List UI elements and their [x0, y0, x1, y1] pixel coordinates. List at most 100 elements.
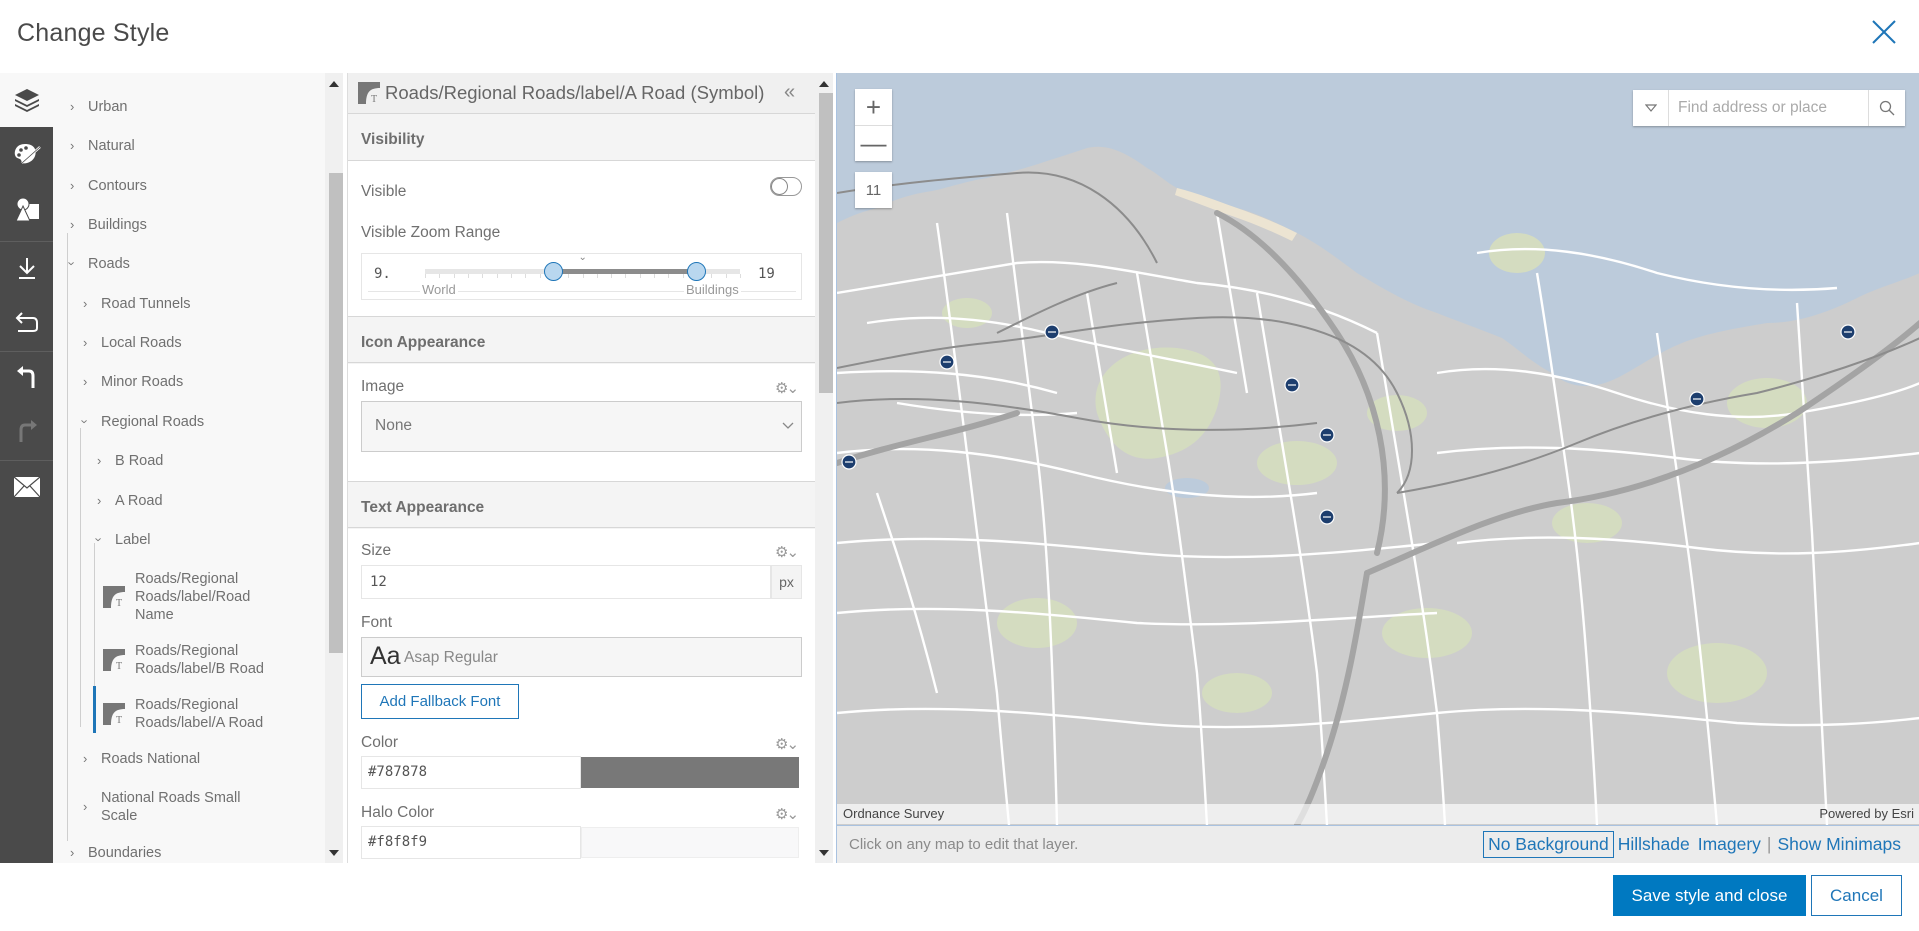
tree-item-natural[interactable]: › Natural	[70, 138, 135, 154]
tree-leaf-b-road[interactable]: T Roads/Regional Roads/label/B Road	[103, 642, 285, 678]
background-imagery[interactable]: Imagery	[1694, 832, 1765, 857]
visible-label: Visible	[361, 183, 407, 200]
rail-redo-button[interactable]	[0, 405, 53, 459]
attribution-powered-by[interactable]: Powered by Esri	[1819, 806, 1914, 821]
chevron-right-icon: ›	[70, 217, 75, 232]
panel-scrollbar[interactable]	[815, 73, 833, 863]
tree-leaf-a-road[interactable]: T Roads/Regional Roads/label/A Road	[103, 696, 285, 732]
tree-leaf-road-name[interactable]: T Roads/Regional Roads/label/Road Name	[103, 570, 285, 624]
save-style-button[interactable]: Save style and close	[1613, 875, 1806, 916]
size-options-gear-icon[interactable]: ⚙⌄	[775, 543, 799, 561]
halo-hex-input[interactable]: #f8f8f9	[361, 826, 581, 859]
search-input[interactable]	[1670, 90, 1868, 126]
palette-icon	[14, 144, 41, 164]
search-button[interactable]	[1868, 90, 1905, 126]
tree-scroll-thumb[interactable]	[329, 173, 343, 653]
tree-item-roads-national[interactable]: › Roads National	[83, 751, 200, 767]
slider-tick	[467, 274, 469, 278]
slider-min-handle[interactable]	[543, 262, 563, 281]
scroll-down-arrow[interactable]	[819, 850, 829, 856]
halo-swatch[interactable]	[581, 827, 799, 858]
tree-item-buildings[interactable]: › Buildings	[70, 217, 147, 233]
tree-item-national-roads-small-scale[interactable]: › National Roads Small Scale	[83, 789, 251, 825]
background-no-background[interactable]: No Background	[1483, 831, 1614, 858]
attribution-source: Ordnance Survey	[843, 806, 945, 821]
tree-item-label[interactable]: › Label	[92, 532, 151, 548]
map-canvas[interactable]	[837, 73, 1919, 825]
add-fallback-font-button[interactable]: Add Fallback Font	[361, 684, 519, 719]
image-options-gear-icon[interactable]: ⚙⌄	[775, 379, 799, 397]
visible-toggle[interactable]	[770, 177, 802, 196]
font-picker[interactable]: Aa Asap Regular	[361, 637, 802, 677]
rail-undo-button[interactable]	[0, 351, 53, 405]
tree-item-a-road[interactable]: › A Road	[97, 493, 163, 509]
cancel-button[interactable]: Cancel	[1811, 875, 1902, 916]
slider-tick	[439, 274, 441, 278]
rail-revert-button[interactable]	[0, 295, 53, 349]
chevron-right-icon: ›	[83, 335, 88, 350]
slider-tick	[740, 274, 741, 278]
rail-feedback-button[interactable]	[0, 460, 53, 514]
section-text-appearance[interactable]: Text Appearance	[348, 481, 815, 528]
zoom-out-button[interactable]: —	[855, 125, 892, 161]
current-zoom-marker: ⌄	[578, 252, 587, 263]
text-symbol-icon: T	[103, 649, 125, 671]
tree-item-minor-roads[interactable]: › Minor Roads	[83, 374, 183, 390]
chevron-right-icon: ›	[83, 799, 88, 814]
map-view[interactable]: + — 11 Ordnance Survey Powered by Esri	[836, 73, 1919, 825]
tree-item-b-road[interactable]: › B Road	[97, 453, 163, 469]
triangle-down-icon	[1644, 104, 1657, 112]
panel-header: T Roads/Regional Roads/label/A Road (Sym…	[348, 73, 815, 114]
slider-tick	[525, 274, 527, 278]
tree-item-road-tunnels[interactable]: › Road Tunnels	[83, 296, 190, 312]
size-input[interactable]: 12	[361, 565, 771, 599]
tree-item-local-roads[interactable]: › Local Roads	[83, 335, 182, 351]
geocoder	[1633, 90, 1905, 126]
color-label: Color	[361, 734, 399, 751]
close-button[interactable]	[1868, 16, 1900, 48]
tree-item-urban[interactable]: › Urban	[70, 99, 128, 115]
tree-item-roads[interactable]: › Roads	[65, 256, 130, 272]
chevron-right-icon: ›	[70, 845, 75, 860]
slider-tick	[725, 274, 727, 278]
zoom-in-button[interactable]: +	[855, 89, 892, 125]
revert-icon	[15, 312, 38, 332]
scroll-down-arrow[interactable]	[329, 850, 339, 856]
chevron-right-icon: ›	[70, 178, 75, 193]
min-zoom-caption: World	[420, 282, 458, 297]
rail-style-button[interactable]	[0, 127, 53, 181]
scroll-up-arrow[interactable]	[329, 81, 339, 87]
link-separator: |	[1766, 834, 1772, 854]
font-label: Font	[361, 614, 393, 631]
section-icon-appearance[interactable]: Icon Appearance	[348, 316, 815, 363]
image-label: Image	[361, 378, 405, 395]
tree-item-contours[interactable]: › Contours	[70, 178, 147, 194]
image-select[interactable]: None	[361, 401, 802, 452]
background-hillshade[interactable]: Hillshade	[1614, 832, 1694, 857]
rail-symbols-button[interactable]	[0, 183, 53, 237]
color-hex-input[interactable]: #787878	[361, 756, 581, 789]
map-hint: Click on any map to edit that layer.	[849, 836, 1079, 853]
double-chevron-left-icon[interactable]: «	[784, 81, 795, 104]
slider-max-handle[interactable]	[687, 262, 707, 281]
halo-options-gear-icon[interactable]: ⚙⌄	[775, 805, 799, 823]
color-options-gear-icon[interactable]: ⚙⌄	[775, 735, 799, 753]
tool-rail	[0, 73, 53, 863]
panel-scroll-thumb[interactable]	[819, 93, 833, 393]
rail-layers-button[interactable]	[0, 73, 53, 127]
chevron-right-icon: ›	[83, 751, 88, 766]
svg-text:T: T	[371, 94, 377, 104]
section-visibility[interactable]: Visibility	[348, 114, 815, 161]
tree-item-boundaries[interactable]: › Boundaries	[70, 845, 161, 861]
tree-scrollbar[interactable]	[325, 73, 343, 863]
tree-item-regional-roads[interactable]: › Regional Roads	[78, 414, 205, 430]
chevron-down-icon	[782, 422, 794, 429]
rail-download-button[interactable]	[0, 241, 53, 295]
scroll-up-arrow[interactable]	[819, 81, 829, 87]
zoom-range-slider: 9. ⌄ 19 World Buildings	[361, 252, 802, 300]
show-minimaps-link[interactable]: Show Minimaps	[1773, 832, 1905, 857]
map-attribution: Ordnance Survey Powered by Esri	[837, 804, 1919, 824]
color-swatch[interactable]	[581, 757, 799, 788]
search-source-dropdown[interactable]	[1633, 90, 1669, 126]
selection-indicator	[93, 686, 96, 733]
